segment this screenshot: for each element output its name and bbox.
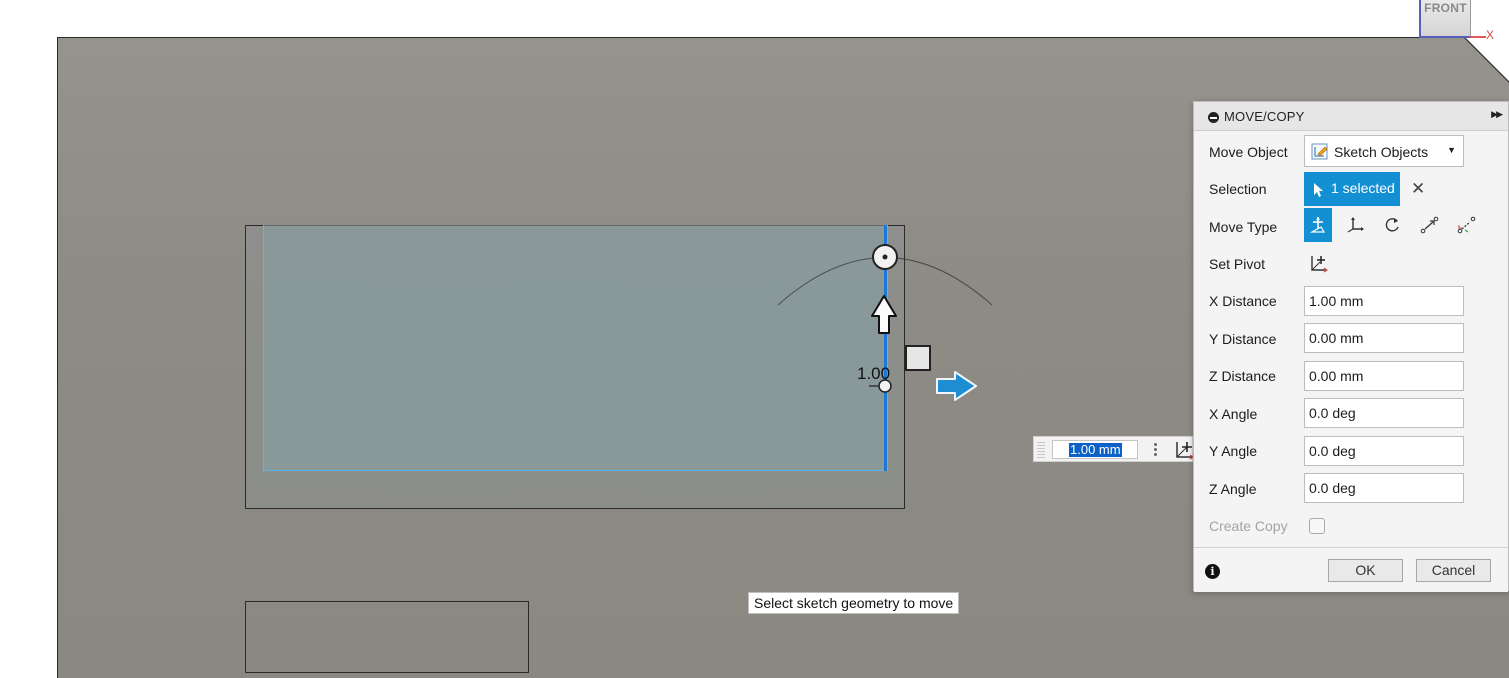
z-angle-value: 0.0 deg [1309, 480, 1356, 496]
y-distance-value: 0.00 mm [1309, 330, 1364, 346]
z-distance-input[interactable]: 0.00 mm [1304, 361, 1464, 391]
more-options-icon[interactable] [1150, 441, 1160, 459]
dialog-header: MOVE/COPY ▶▶ [1194, 102, 1508, 131]
y-angle-input[interactable]: 0.0 deg [1304, 436, 1464, 466]
move-object-dropdown[interactable]: Sketch Objects ▼ [1304, 135, 1464, 167]
status-tooltip: Select sketch geometry to move [748, 592, 960, 614]
free-move-button[interactable] [1304, 208, 1332, 242]
create-copy-checkbox[interactable] [1309, 518, 1325, 534]
dialog-title: MOVE/COPY [1224, 109, 1305, 124]
expand-icon[interactable]: ▶▶ [1491, 109, 1503, 120]
move-object-value: Sketch Objects [1334, 144, 1429, 160]
y-distance-input[interactable]: 0.00 mm [1304, 323, 1464, 353]
rotate-icon [1385, 218, 1399, 232]
point-to-point-button[interactable] [1415, 208, 1443, 242]
grip-handle-icon[interactable] [1037, 440, 1045, 458]
y-distance-label: Y Distance [1209, 331, 1277, 347]
point-to-position-button[interactable] [1452, 208, 1480, 242]
cancel-button[interactable]: Cancel [1416, 559, 1491, 582]
set-pivot-icon[interactable] [1309, 253, 1329, 273]
planar-move-handle[interactable] [905, 345, 931, 371]
ok-button[interactable]: OK [1328, 559, 1403, 582]
pivot-icon[interactable] [1173, 439, 1195, 461]
x-distance-input[interactable]: 1.00 mm [1304, 286, 1464, 316]
set-pivot-label: Set Pivot [1209, 256, 1266, 272]
x-distance-label: X Distance [1209, 293, 1277, 309]
point-to-point-icon [1420, 216, 1439, 234]
info-icon[interactable]: i [1205, 564, 1220, 579]
rotate-button[interactable] [1378, 208, 1406, 242]
x-angle-label: X Angle [1209, 406, 1258, 422]
inline-distance-value: 1.00 mm [1069, 442, 1122, 457]
inline-distance-input[interactable]: 1.00 mm [1052, 440, 1138, 459]
y-angle-label: Y Angle [1209, 443, 1258, 459]
x-angle-input[interactable]: 0.0 deg [1304, 398, 1464, 428]
inline-distance-box: 1.00 mm [1033, 436, 1195, 462]
x-angle-value: 0.0 deg [1309, 405, 1356, 421]
chevron-down-icon: ▼ [1447, 145, 1456, 155]
move-type-label: Move Type [1209, 219, 1278, 235]
rotate-handle-icon [872, 244, 898, 270]
translate-xyz-button[interactable] [1341, 208, 1369, 242]
free-move-icon [1309, 217, 1326, 233]
dialog-footer: i OK Cancel [1194, 547, 1508, 592]
y-angle-value: 0.0 deg [1309, 443, 1356, 459]
x-move-arrow-icon [936, 371, 977, 401]
move-object-label: Move Object [1209, 144, 1288, 160]
distance-dimension-label: 1.00 [857, 364, 891, 383]
translate-xyz-icon [1347, 217, 1364, 233]
collapse-icon[interactable] [1208, 112, 1219, 123]
y-move-arrow-icon [871, 295, 897, 334]
cursor-arrow-icon [1314, 183, 1323, 197]
z-distance-label: Z Distance [1209, 368, 1276, 384]
selection-label: Selection [1209, 181, 1267, 197]
move-copy-dialog: MOVE/COPY ▶▶ Move Object Sketch Objects … [1193, 101, 1509, 592]
x-distance-value: 1.00 mm [1309, 293, 1364, 309]
z-angle-label: Z Angle [1209, 481, 1257, 497]
selection-count: 1 selected [1331, 180, 1395, 196]
point-to-position-icon [1457, 216, 1476, 234]
z-angle-input[interactable]: 0.0 deg [1304, 473, 1464, 503]
selection-button[interactable]: 1 selected [1304, 172, 1400, 206]
create-copy-label: Create Copy [1209, 518, 1288, 534]
sketch-objects-icon [1311, 143, 1328, 160]
clear-selection-icon[interactable]: ✕ [1411, 179, 1425, 199]
z-distance-value: 0.00 mm [1309, 368, 1364, 384]
